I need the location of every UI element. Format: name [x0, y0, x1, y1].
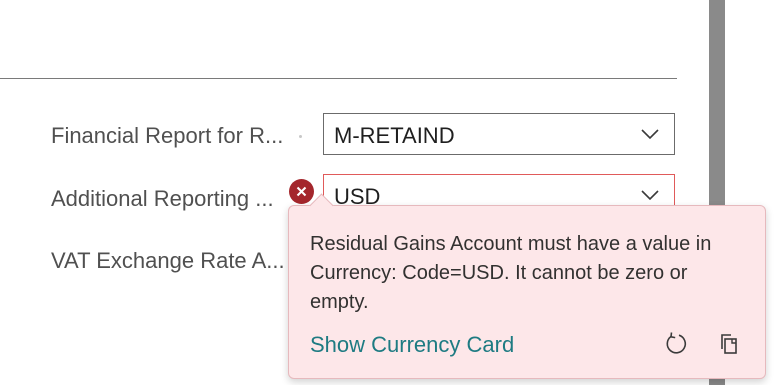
- chevron-down-icon: [641, 190, 659, 201]
- field-label-vat-exchange-rate: VAT Exchange Rate A...: [51, 248, 285, 273]
- error-message: Residual Gains Account must have a value…: [310, 233, 712, 313]
- chevron-down-icon: [641, 129, 659, 140]
- copy-icon: [721, 334, 737, 354]
- select-value: M-RETAIND: [334, 123, 455, 148]
- refresh-icon: [666, 332, 687, 354]
- close-icon: [296, 186, 307, 197]
- field-separator-dot: [299, 135, 302, 138]
- section-divider: [0, 78, 677, 79]
- page: Financial Report for R... M-RETAIND Addi…: [0, 0, 779, 385]
- financial-report-select[interactable]: M-RETAIND: [323, 113, 675, 155]
- field-label-financial-report: Financial Report for R...: [51, 123, 284, 148]
- error-callout: Residual Gains Account must have a value…: [288, 193, 766, 379]
- refresh-button[interactable]: [662, 330, 690, 358]
- copy-button[interactable]: [715, 330, 743, 358]
- field-label-additional-reporting: Additional Reporting ...: [51, 186, 274, 211]
- show-currency-card-link[interactable]: Show Currency Card: [310, 332, 514, 358]
- error-icon[interactable]: [289, 179, 314, 204]
